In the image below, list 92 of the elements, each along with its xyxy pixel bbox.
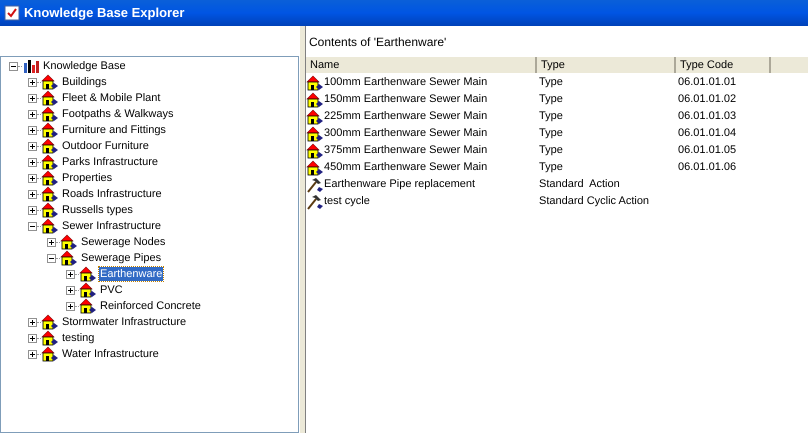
collapse-toggle-icon[interactable] — [9, 62, 18, 70]
table-cell-text: 06.01.01.01 — [677, 75, 736, 90]
tree-item[interactable]: Knowledge Base — [42, 59, 127, 73]
tree-item[interactable]: Reinforced Concrete — [99, 299, 202, 313]
expand-toggle-icon[interactable] — [28, 318, 37, 326]
expand-toggle-icon[interactable] — [28, 206, 37, 214]
table-cell-text: 06.01.01.04 — [677, 126, 736, 142]
tree-item[interactable]: Sewerage Nodes — [80, 235, 166, 249]
house-icon — [41, 138, 59, 154]
table-cell-text: 225mm Earthenware Sewer Main — [324, 109, 488, 124]
tree-item[interactable]: Earthenware — [99, 267, 164, 281]
collapse-toggle-icon[interactable] — [28, 222, 37, 230]
hammer-icon — [306, 176, 324, 192]
house-icon — [60, 234, 78, 250]
house-icon — [41, 314, 59, 330]
expand-toggle-icon[interactable] — [66, 302, 75, 310]
collapse-toggle-icon[interactable] — [47, 254, 56, 262]
house-icon — [41, 74, 59, 90]
tree-item[interactable]: Sewer Infrastructure — [61, 219, 162, 233]
table-cell-text: 06.01.01.02 — [677, 92, 736, 108]
table-cell-text: 06.01.01.03 — [677, 109, 736, 124]
house-icon — [41, 90, 59, 106]
table-cell-text: 300mm Earthenware Sewer Main — [324, 126, 488, 142]
expand-toggle-icon[interactable] — [28, 174, 37, 182]
expand-toggle-icon[interactable] — [28, 158, 37, 166]
expand-toggle-icon[interactable] — [28, 110, 37, 118]
table-cell-text: 150mm Earthenware Sewer Main — [324, 92, 488, 108]
table-cell-text: Earthenware Pipe replacement — [324, 177, 476, 192]
house-icon — [41, 170, 59, 186]
table-cell-text: 06.01.01.06 — [677, 160, 736, 176]
house-icon — [41, 122, 59, 138]
expand-toggle-icon[interactable] — [28, 350, 37, 358]
tree-item[interactable]: Fleet & Mobile Plant — [61, 91, 162, 105]
house-icon — [41, 154, 59, 170]
tree-item[interactable]: Buildings — [61, 75, 108, 89]
house-icon — [79, 298, 97, 314]
column-header[interactable]: Name — [306, 57, 537, 73]
house-icon — [306, 108, 324, 124]
contents-heading: Contents of 'Earthenware' — [309, 34, 446, 50]
tree-item[interactable]: Footpaths & Walkways — [61, 107, 174, 121]
column-header[interactable]: Type — [537, 57, 676, 73]
hammer-icon — [306, 194, 324, 210]
tree-item[interactable]: Parks Infrastructure — [61, 155, 159, 169]
house-icon — [41, 346, 59, 362]
table-cell-text: 100mm Earthenware Sewer Main — [324, 75, 488, 90]
tree-item[interactable]: Roads Infrastructure — [61, 187, 163, 201]
table-cell-text: Type — [538, 143, 564, 158]
house-icon — [41, 186, 59, 202]
house-icon — [306, 92, 324, 108]
expand-toggle-icon[interactable] — [28, 94, 37, 102]
tree-item[interactable]: Furniture and Fittings — [61, 123, 167, 137]
expand-toggle-icon[interactable] — [66, 286, 75, 294]
house-icon — [79, 266, 97, 282]
house-icon — [41, 218, 59, 234]
expand-toggle-icon[interactable] — [28, 78, 37, 86]
house-icon — [79, 282, 97, 298]
table-cell-text: Type — [538, 126, 564, 142]
house-icon — [306, 142, 324, 158]
tree-item[interactable]: Water Infrastructure — [61, 347, 160, 361]
expand-toggle-icon[interactable] — [66, 270, 75, 278]
table-cell-text: test cycle — [324, 194, 370, 210]
tree-item[interactable]: testing — [61, 331, 96, 345]
house-icon — [306, 160, 324, 176]
house-icon — [41, 106, 59, 122]
bar-chart-icon — [22, 58, 40, 74]
house-icon — [41, 330, 59, 346]
table-cell-text: Type — [538, 92, 564, 108]
expand-toggle-icon[interactable] — [28, 142, 37, 150]
tree-item[interactable]: Russells types — [61, 203, 134, 217]
table-cell-text: Standard Action — [538, 177, 621, 192]
table-cell-text: 06.01.01.05 — [677, 143, 736, 158]
table-cell-text: 375mm Earthenware Sewer Main — [324, 143, 488, 158]
expand-toggle-icon[interactable] — [28, 190, 37, 198]
tree-item[interactable]: Stormwater Infrastructure — [61, 315, 188, 329]
expand-toggle-icon[interactable] — [28, 126, 37, 134]
house-icon — [41, 202, 59, 218]
table-cell-text: Type — [538, 160, 564, 176]
tree-item[interactable]: Outdoor Furniture — [61, 139, 150, 153]
expand-toggle-icon[interactable] — [28, 334, 37, 342]
house-icon — [60, 250, 78, 266]
window-title: Knowledge Base Explorer — [24, 4, 184, 22]
tree-item[interactable]: PVC — [99, 283, 124, 297]
tree-item[interactable]: Sewerage Pipes — [80, 251, 162, 265]
checkbox-app-icon — [4, 5, 20, 21]
table-cell-text: 450mm Earthenware Sewer Main — [324, 160, 488, 176]
expand-toggle-icon[interactable] — [47, 238, 56, 246]
table-cell-text: Type — [538, 109, 564, 124]
house-icon — [306, 74, 324, 90]
tree-item[interactable]: Properties — [61, 171, 114, 185]
table-cell-text: Standard Cyclic Action — [538, 194, 650, 210]
table-cell-text: Type — [538, 75, 564, 90]
house-icon — [306, 126, 324, 142]
